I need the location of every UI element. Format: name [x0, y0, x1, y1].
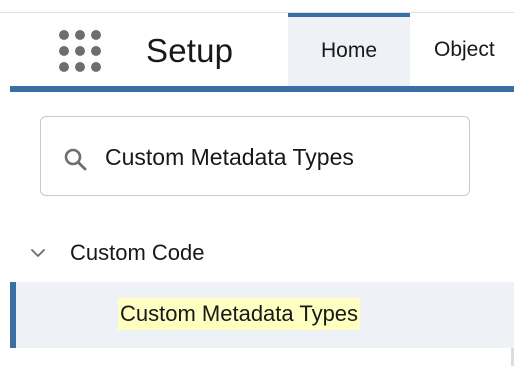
global-header: Setup Home Object: [0, 13, 514, 86]
app-title: Setup: [146, 32, 234, 69]
setup-sidebar: Custom Code Custom Metadata Types: [10, 92, 514, 348]
tab-object-manager[interactable]: Object: [420, 13, 514, 86]
quick-find-box[interactable]: [40, 116, 470, 196]
sidebar-item-custom-metadata-types[interactable]: Custom Metadata Types: [10, 282, 514, 348]
setup-page: Setup Home Object Custom Code Custom Met…: [0, 0, 514, 366]
selected-indicator: [10, 282, 16, 348]
chevron-down-icon: [31, 249, 45, 257]
tab-home[interactable]: Home: [288, 13, 410, 86]
app-launcher-grid-icon[interactable]: [56, 27, 104, 75]
quick-find-input[interactable]: [105, 135, 455, 179]
section-custom-code[interactable]: Custom Code: [10, 232, 514, 272]
section-label: Custom Code: [70, 240, 205, 265]
search-icon: [64, 148, 87, 171]
sidebar-item-label: Custom Metadata Types: [118, 298, 361, 330]
